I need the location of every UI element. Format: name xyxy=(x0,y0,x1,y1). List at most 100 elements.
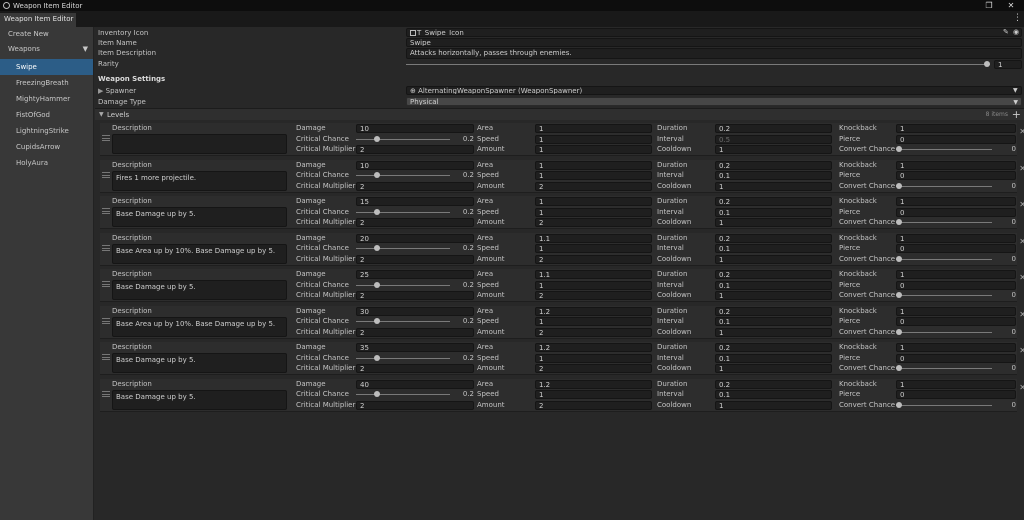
knockback-field[interactable]: 1 xyxy=(896,343,1016,352)
knockback-field[interactable]: 1 xyxy=(896,160,1016,170)
critical-multiplier-field[interactable]: 2 xyxy=(356,400,474,410)
cooldown-field[interactable]: 1 xyxy=(715,254,832,264)
rarity-value-field[interactable]: 1 xyxy=(994,60,1022,69)
area-field[interactable]: 1.2 xyxy=(535,306,652,316)
duration-field[interactable]: 0.2 xyxy=(715,343,832,352)
amount-field[interactable]: 1 xyxy=(535,145,652,154)
critical-chance-slider-track[interactable] xyxy=(356,394,450,395)
area-field[interactable]: 1.1 xyxy=(535,233,652,243)
duration-field[interactable]: 0.2 xyxy=(715,197,832,206)
description-field[interactable] xyxy=(112,134,287,154)
knockback-field[interactable]: 1 xyxy=(896,124,1016,133)
pierce-field[interactable]: 0 xyxy=(896,134,1016,144)
interval-field[interactable]: 0.1 xyxy=(715,244,832,253)
sidebar-item-cupidsarrow[interactable]: CupidsArrow xyxy=(0,139,93,155)
critical-chance-slider-knob[interactable] xyxy=(373,208,380,215)
description-field[interactable]: Base Area up by 10%. Base Damage up by 5… xyxy=(112,316,287,337)
sidebar-group-weapons[interactable]: Weapons ▼ xyxy=(0,42,93,56)
critical-chance-slider-track[interactable] xyxy=(356,248,450,249)
amount-field[interactable]: 2 xyxy=(535,254,652,264)
critical-chance-value[interactable]: 0.2 xyxy=(454,171,474,179)
convert-chance-slider-knob[interactable] xyxy=(896,292,902,298)
pierce-field[interactable]: 0 xyxy=(896,317,1016,326)
drag-handle-icon[interactable] xyxy=(102,317,110,324)
convert-chance-slider-knob[interactable] xyxy=(896,182,902,189)
pierce-field[interactable]: 0 xyxy=(896,171,1016,180)
speed-field[interactable]: 1 xyxy=(535,280,652,290)
speed-field[interactable]: 1 xyxy=(535,207,652,217)
remove-level-icon[interactable]: ✕ xyxy=(1019,237,1024,246)
critical-chance-slider-track[interactable] xyxy=(356,284,450,286)
critical-chance-value[interactable]: 0.2 xyxy=(454,390,474,398)
critical-chance-slider-knob[interactable] xyxy=(373,135,380,142)
interval-field[interactable]: 0.5 xyxy=(715,134,832,144)
duration-field[interactable]: 0.2 xyxy=(715,270,832,279)
levels-fold-icon[interactable]: ▼ xyxy=(99,111,104,118)
remove-level-icon[interactable]: ✕ xyxy=(1019,346,1024,355)
rarity-slider-track[interactable] xyxy=(406,64,990,65)
sidebar-item-swipe[interactable]: Swipe xyxy=(0,59,93,75)
knockback-field[interactable]: 1 xyxy=(896,233,1016,243)
critical-chance-value[interactable]: 0.2 xyxy=(454,244,474,252)
critical-multiplier-field[interactable]: 2 xyxy=(356,364,474,373)
convert-chance-value[interactable]: 0 xyxy=(996,182,1016,190)
description-field[interactable]: Base Damage up by 5. xyxy=(112,207,287,227)
description-field[interactable]: Base Area up by 10%. Base Damage up by 5… xyxy=(112,243,287,264)
cooldown-field[interactable]: 1 xyxy=(715,400,832,410)
interval-field[interactable]: 0.1 xyxy=(715,207,832,217)
damage-field[interactable]: 40 xyxy=(356,379,474,389)
cooldown-field[interactable]: 1 xyxy=(715,145,832,154)
critical-chance-value[interactable]: 0.2 xyxy=(454,354,474,362)
expand-arrow-icon[interactable]: ▶ xyxy=(98,87,103,95)
remove-level-icon[interactable]: ✕ xyxy=(1019,127,1024,136)
sidebar-item-freezingbreath[interactable]: FreezingBreath xyxy=(0,75,93,91)
knockback-field[interactable]: 1 xyxy=(896,379,1016,389)
area-field[interactable]: 1.1 xyxy=(535,270,652,279)
convert-chance-value[interactable]: 0 xyxy=(996,328,1016,336)
drag-handle-icon[interactable] xyxy=(102,354,110,360)
cooldown-field[interactable]: 1 xyxy=(715,291,832,300)
amount-field[interactable]: 2 xyxy=(535,400,652,410)
convert-chance-slider-track[interactable] xyxy=(896,149,992,150)
close-icon[interactable]: ✕ xyxy=(1004,0,1018,11)
critical-chance-slider-track[interactable] xyxy=(356,138,450,140)
convert-chance-slider-track[interactable] xyxy=(896,222,992,223)
sidebar-item-fistofgod[interactable]: FistOfGod xyxy=(0,107,93,123)
cooldown-field[interactable]: 1 xyxy=(715,181,832,191)
area-field[interactable]: 1.2 xyxy=(535,343,652,352)
duration-field[interactable]: 0.2 xyxy=(715,379,832,389)
duration-field[interactable]: 0.2 xyxy=(715,306,832,316)
tab-weapon-item-editor[interactable]: Weapon Item Editor xyxy=(0,13,76,27)
drag-handle-icon[interactable] xyxy=(102,390,110,397)
remove-level-icon[interactable]: ✕ xyxy=(1019,200,1024,209)
sidebar-item-lightningstrike[interactable]: LightningStrike xyxy=(0,123,93,139)
spawner-field[interactable]: ⊕ AlternatingWeaponSpawner (WeaponSpawne… xyxy=(406,86,1022,95)
speed-field[interactable]: 1 xyxy=(535,390,652,399)
convert-chance-value[interactable]: 0 xyxy=(996,255,1016,263)
convert-chance-value[interactable]: 0 xyxy=(996,401,1016,409)
critical-chance-slider-knob[interactable] xyxy=(373,172,380,178)
damage-field[interactable]: 10 xyxy=(356,160,474,170)
critical-chance-value[interactable]: 0.2 xyxy=(454,281,474,289)
item-name-field[interactable]: Swipe xyxy=(406,38,1022,47)
critical-multiplier-field[interactable]: 2 xyxy=(356,181,474,191)
duration-field[interactable]: 0.2 xyxy=(715,233,832,243)
interval-field[interactable]: 0.1 xyxy=(715,390,832,399)
convert-chance-slider-track[interactable] xyxy=(896,404,992,406)
knockback-field[interactable]: 1 xyxy=(896,306,1016,316)
critical-chance-value[interactable]: 0.2 xyxy=(454,317,474,325)
fold-down-icon[interactable]: ▼ xyxy=(83,42,88,56)
sidebar-item-mightyhammer[interactable]: MightyHammer xyxy=(0,91,93,107)
levels-header[interactable]: ▼ Levels 8 items + xyxy=(95,108,1024,121)
cooldown-field[interactable]: 1 xyxy=(715,218,832,227)
cooldown-field[interactable]: 1 xyxy=(715,327,832,337)
amount-field[interactable]: 2 xyxy=(535,181,652,191)
critical-chance-slider-knob[interactable] xyxy=(373,354,380,361)
drag-handle-icon[interactable] xyxy=(102,281,110,287)
critical-chance-value[interactable]: 0.2 xyxy=(454,208,474,216)
remove-level-icon[interactable]: ✕ xyxy=(1019,383,1024,392)
edit-pencil-icon[interactable]: ✎ xyxy=(1003,28,1009,36)
critical-chance-slider-track[interactable] xyxy=(356,357,450,359)
spawner-dropdown-icon[interactable]: ▼ xyxy=(1013,87,1018,94)
critical-multiplier-field[interactable]: 2 xyxy=(356,291,474,300)
